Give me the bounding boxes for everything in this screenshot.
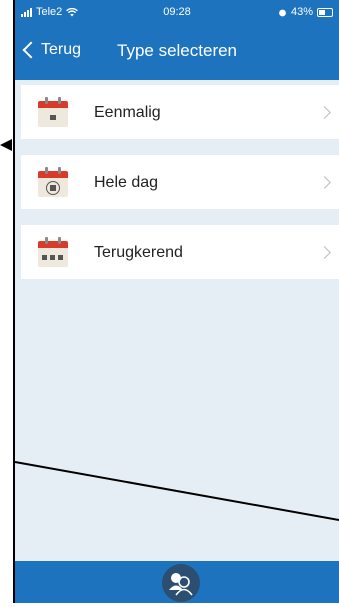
annotation-arrowhead (0, 139, 12, 151)
annotation-line (14, 461, 339, 521)
annotation-overlay (0, 139, 339, 521)
